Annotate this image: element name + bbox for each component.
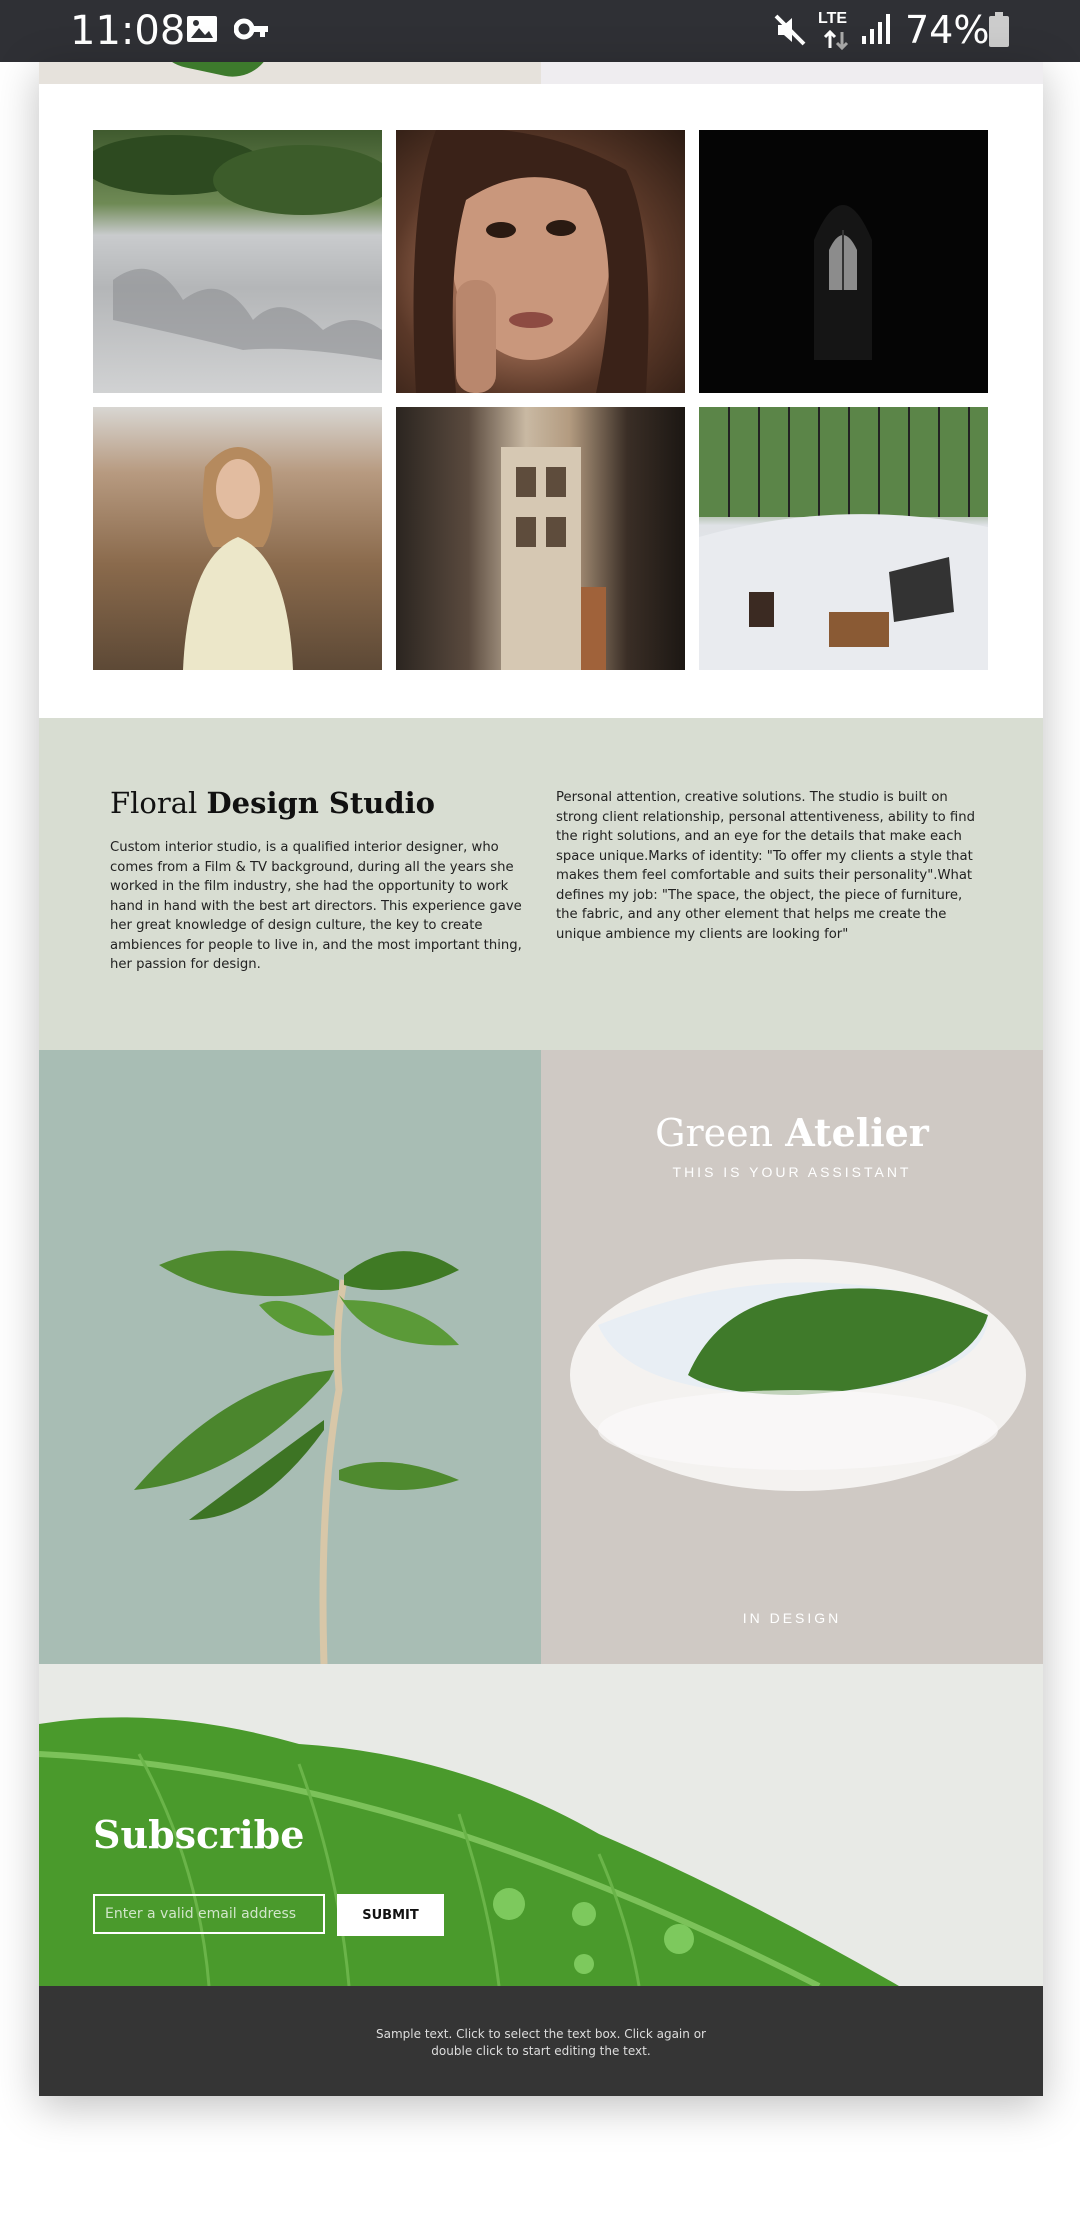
photo-gallery bbox=[93, 130, 989, 670]
atelier-footer-text: IN DESIGN bbox=[742, 1610, 842, 1626]
about-left-text: Custom interior studio, is a qualified i… bbox=[110, 840, 522, 972]
email-input[interactable] bbox=[93, 1894, 325, 1934]
previous-section-strip bbox=[39, 62, 541, 85]
subscribe-section: Subscribe SUBMIT bbox=[39, 1664, 1043, 1986]
about-title-light: Floral bbox=[110, 786, 207, 820]
gallery-image-tree-shadow[interactable] bbox=[93, 130, 382, 393]
gallery-image-woman-field[interactable] bbox=[93, 407, 382, 670]
status-bar: 11:08 LTE 74% bbox=[0, 0, 1080, 62]
about-right-text: Personal attention, creative solutions. … bbox=[556, 790, 975, 942]
atelier-panel: Green Atelier THIS IS YOUR ASSISTANT IN … bbox=[541, 1050, 1043, 1664]
subscribe-title: Subscribe bbox=[93, 1812, 305, 1857]
footer-text: Sample text. Click to select the text bo… bbox=[39, 2026, 1043, 2060]
battery-icon bbox=[988, 12, 1010, 53]
image-icon bbox=[185, 12, 219, 51]
mute-icon bbox=[772, 12, 808, 53]
gallery-image-narrow-street[interactable] bbox=[396, 407, 685, 670]
network-label: LTE bbox=[818, 10, 848, 27]
vpn-key-icon bbox=[233, 12, 270, 51]
atelier-title-light: Green bbox=[655, 1111, 786, 1155]
atelier-subtitle: THIS IS YOUR ASSISTANT bbox=[672, 1164, 912, 1180]
battery-percent: 74% bbox=[905, 8, 990, 52]
footer-text-content: Sample text. Click to select the text bo… bbox=[376, 2027, 706, 2058]
plant-illustration bbox=[134, 1250, 459, 1664]
about-section: Floral Design Studio Custom interior stu… bbox=[39, 718, 1043, 1050]
data-arrows-icon bbox=[822, 29, 850, 55]
leaf-fragment bbox=[146, 62, 272, 85]
atelier-title-bold: Atelier bbox=[785, 1110, 929, 1155]
submit-button[interactable]: SUBMIT bbox=[337, 1894, 444, 1936]
gallery-image-bed-laptop[interactable] bbox=[699, 407, 988, 670]
plant-image-panel bbox=[39, 1050, 541, 1664]
about-title-bold: Design Studio bbox=[206, 786, 435, 820]
page-card: Floral Design Studio Custom interior stu… bbox=[39, 62, 1043, 2096]
about-title: Floral Design Studio bbox=[110, 786, 435, 820]
previous-section-strip-right bbox=[541, 62, 1043, 84]
gallery-image-gothic-window[interactable] bbox=[699, 130, 988, 393]
gallery-image-woman-face[interactable] bbox=[396, 130, 685, 393]
signal-icon bbox=[860, 12, 892, 51]
skylight-illustration bbox=[570, 1259, 1026, 1491]
footer: Sample text. Click to select the text bo… bbox=[39, 1986, 1043, 2096]
status-time: 11:08 bbox=[70, 8, 186, 54]
atelier-title: Green Atelier bbox=[541, 1110, 1043, 1155]
